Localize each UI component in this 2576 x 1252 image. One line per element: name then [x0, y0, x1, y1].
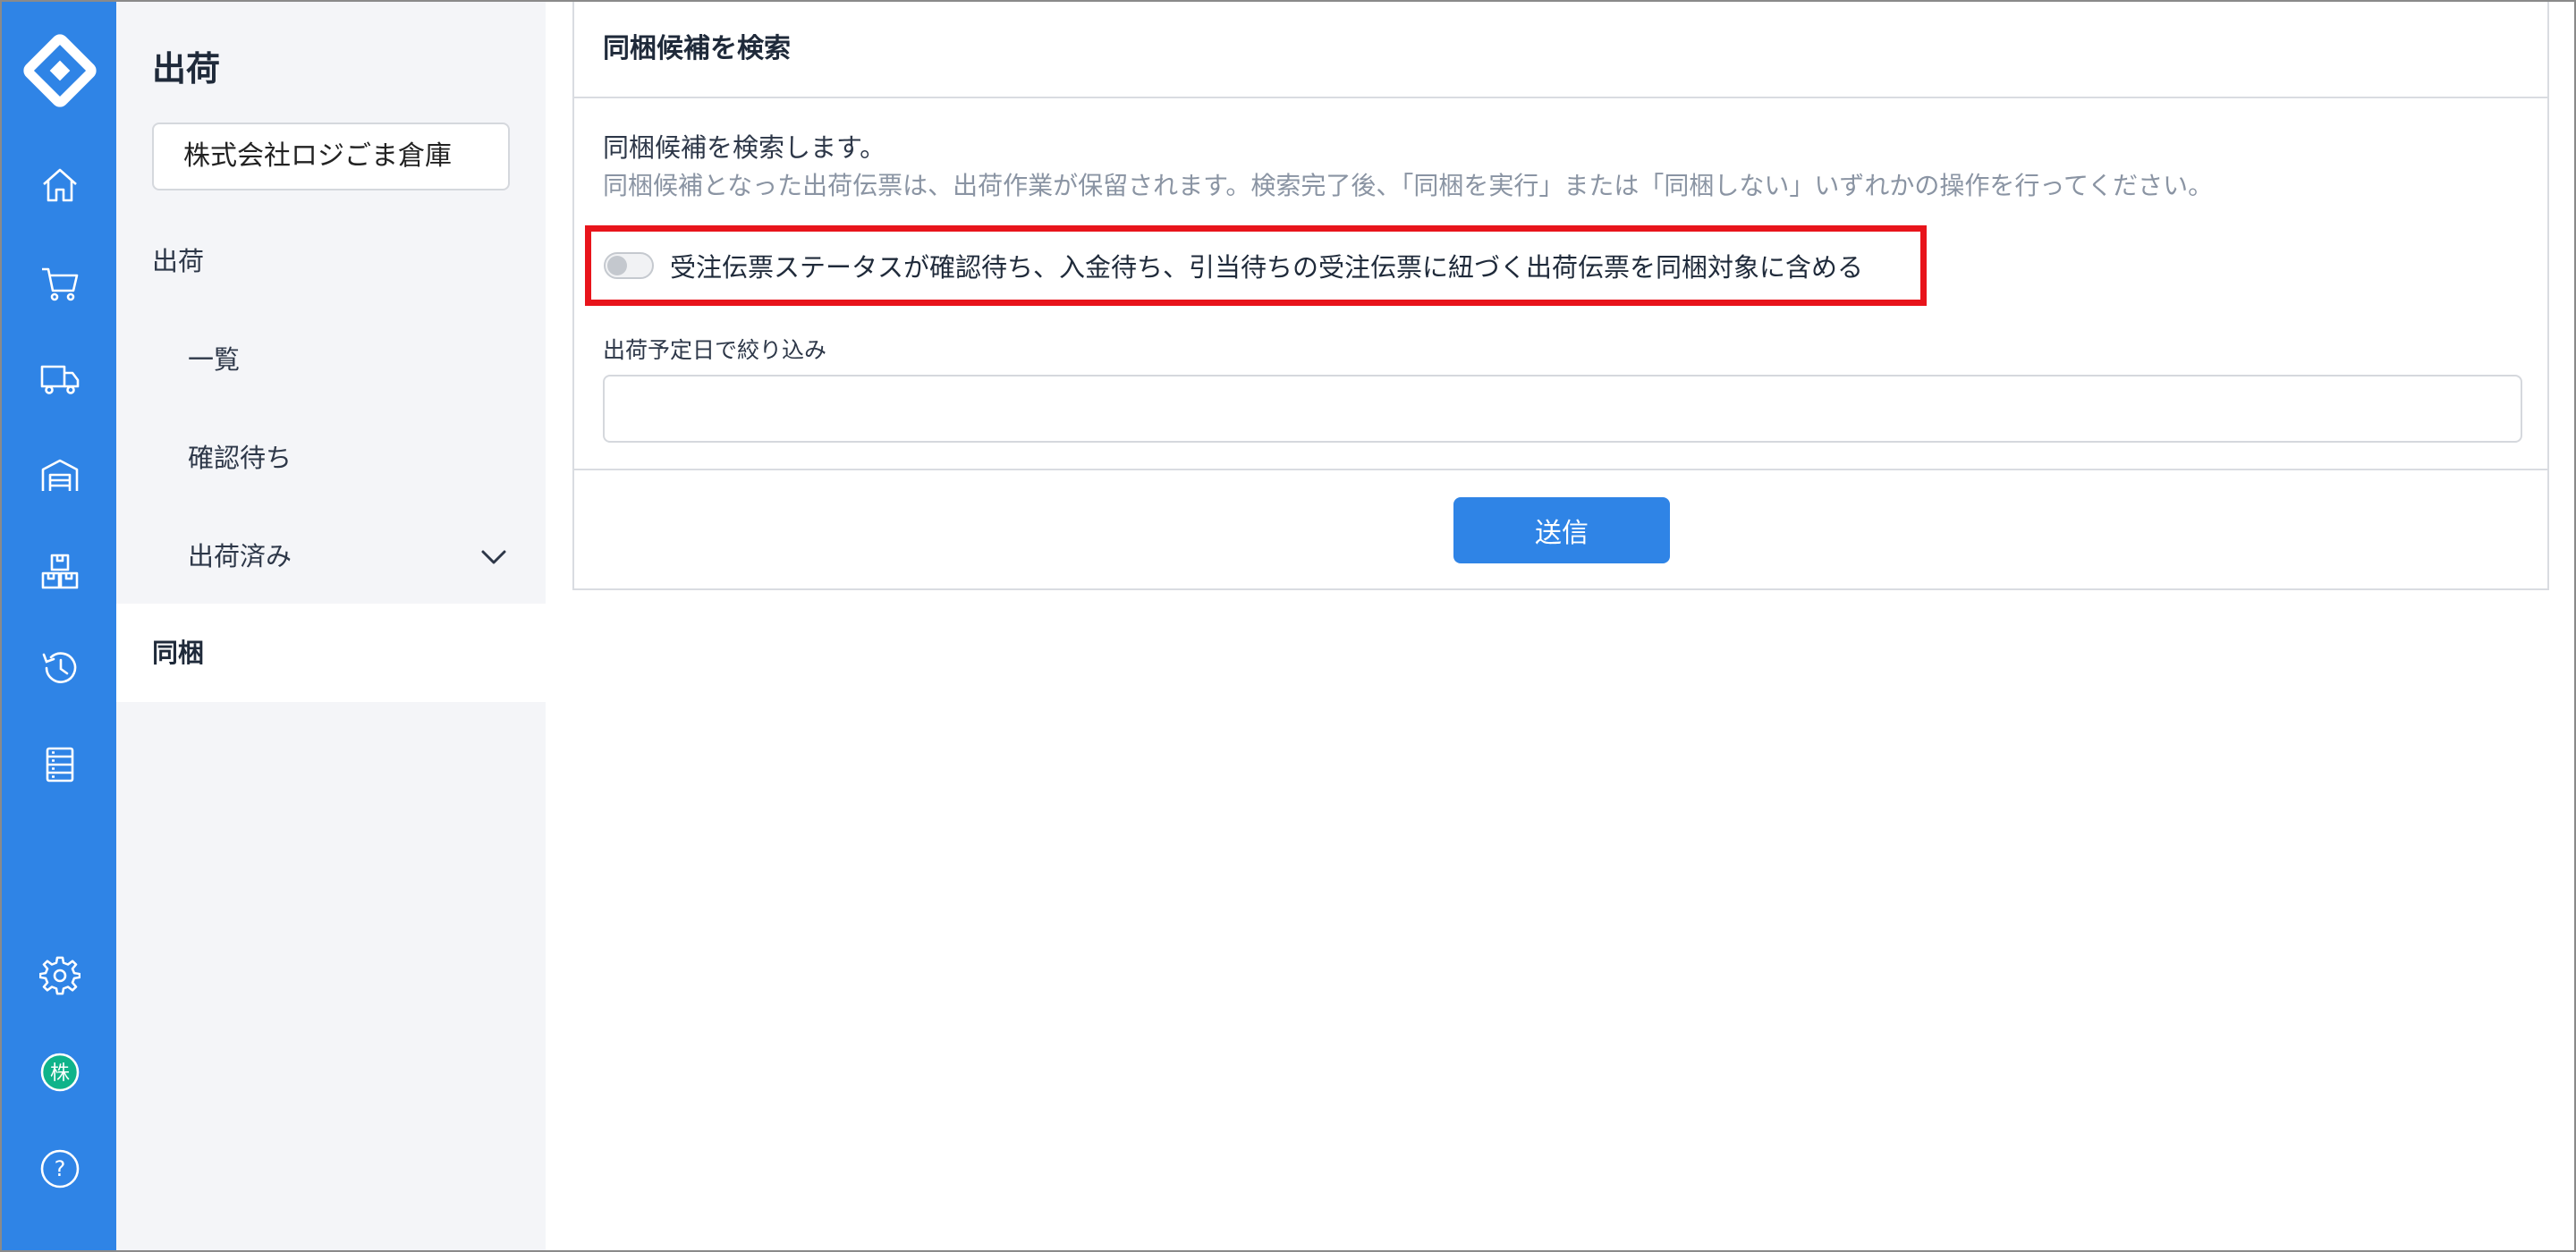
nav-item-pending-confirmation[interactable]: 確認待ち [116, 409, 546, 507]
nav-group-shipping[interactable]: 出荷 [116, 212, 546, 310]
bundle-search-panel: 同梱候補を検索 同梱候補を検索します。 同梱候補となった出荷伝票は、出荷作業が保… [572, 0, 2549, 590]
nav-label: 同梱 [152, 638, 205, 668]
company-selector[interactable]: 株式会社ロジごま倉庫 [152, 123, 510, 190]
toggle-label: 受注伝票ステータスが確認待ち、入金待ち、引当待ちの受注伝票に紐づく出荷伝票を同梱… [670, 252, 1864, 283]
svg-text:株: 株 [50, 1062, 70, 1085]
truck-icon[interactable] [33, 352, 87, 406]
panel-note: 同梱候補となった出荷伝票は、出荷作業が保留されます。検索完了後、「同梱を実行」ま… [603, 171, 2214, 200]
nav-label: 出荷 [152, 246, 205, 276]
logo-icon[interactable] [23, 34, 97, 107]
include-pending-orders-toggle[interactable] [604, 252, 654, 279]
section-title: 出荷 [152, 49, 221, 89]
panel-description: 同梱候補を検索します。 [603, 132, 886, 163]
chevron-down-icon[interactable] [479, 543, 508, 571]
help-icon[interactable]: ? [33, 1142, 87, 1196]
sub-navigation: 出荷 株式会社ロジごま倉庫 出荷 一覧 確認待ち 出荷済み 同梱 [116, 0, 546, 1252]
panel-title: 同梱候補を検索 [574, 2, 2547, 98]
gear-icon[interactable] [33, 950, 87, 1003]
include-pending-orders-option: 受注伝票ステータスが確認待ち、入金待ち、引当待ちの受注伝票に紐づく出荷伝票を同梱… [585, 225, 1927, 306]
nav-item-list[interactable]: 一覧 [116, 310, 546, 409]
boxes-icon[interactable] [33, 546, 87, 599]
history-icon[interactable] [33, 641, 87, 695]
icon-rail: 株 ? [0, 0, 116, 1252]
submit-button[interactable]: 送信 [1453, 497, 1670, 563]
cart-icon[interactable] [33, 257, 87, 310]
warehouse-icon[interactable] [33, 449, 87, 503]
ship-date-filter-input[interactable] [603, 375, 2522, 443]
avatar[interactable]: 株 [33, 1045, 87, 1099]
home-icon[interactable] [33, 158, 87, 212]
nav-label: 確認待ち [188, 443, 292, 473]
date-filter-label: 出荷予定日で絞り込み [603, 337, 827, 363]
svg-text:?: ? [55, 1156, 66, 1181]
nav-item-bundle[interactable]: 同梱 [116, 604, 546, 702]
document-list-icon[interactable] [33, 738, 87, 791]
nav-item-shipped[interactable]: 出荷済み [116, 507, 546, 605]
nav-label: 一覧 [188, 344, 241, 375]
divider [574, 469, 2547, 470]
nav-label: 出荷済み [188, 541, 292, 571]
